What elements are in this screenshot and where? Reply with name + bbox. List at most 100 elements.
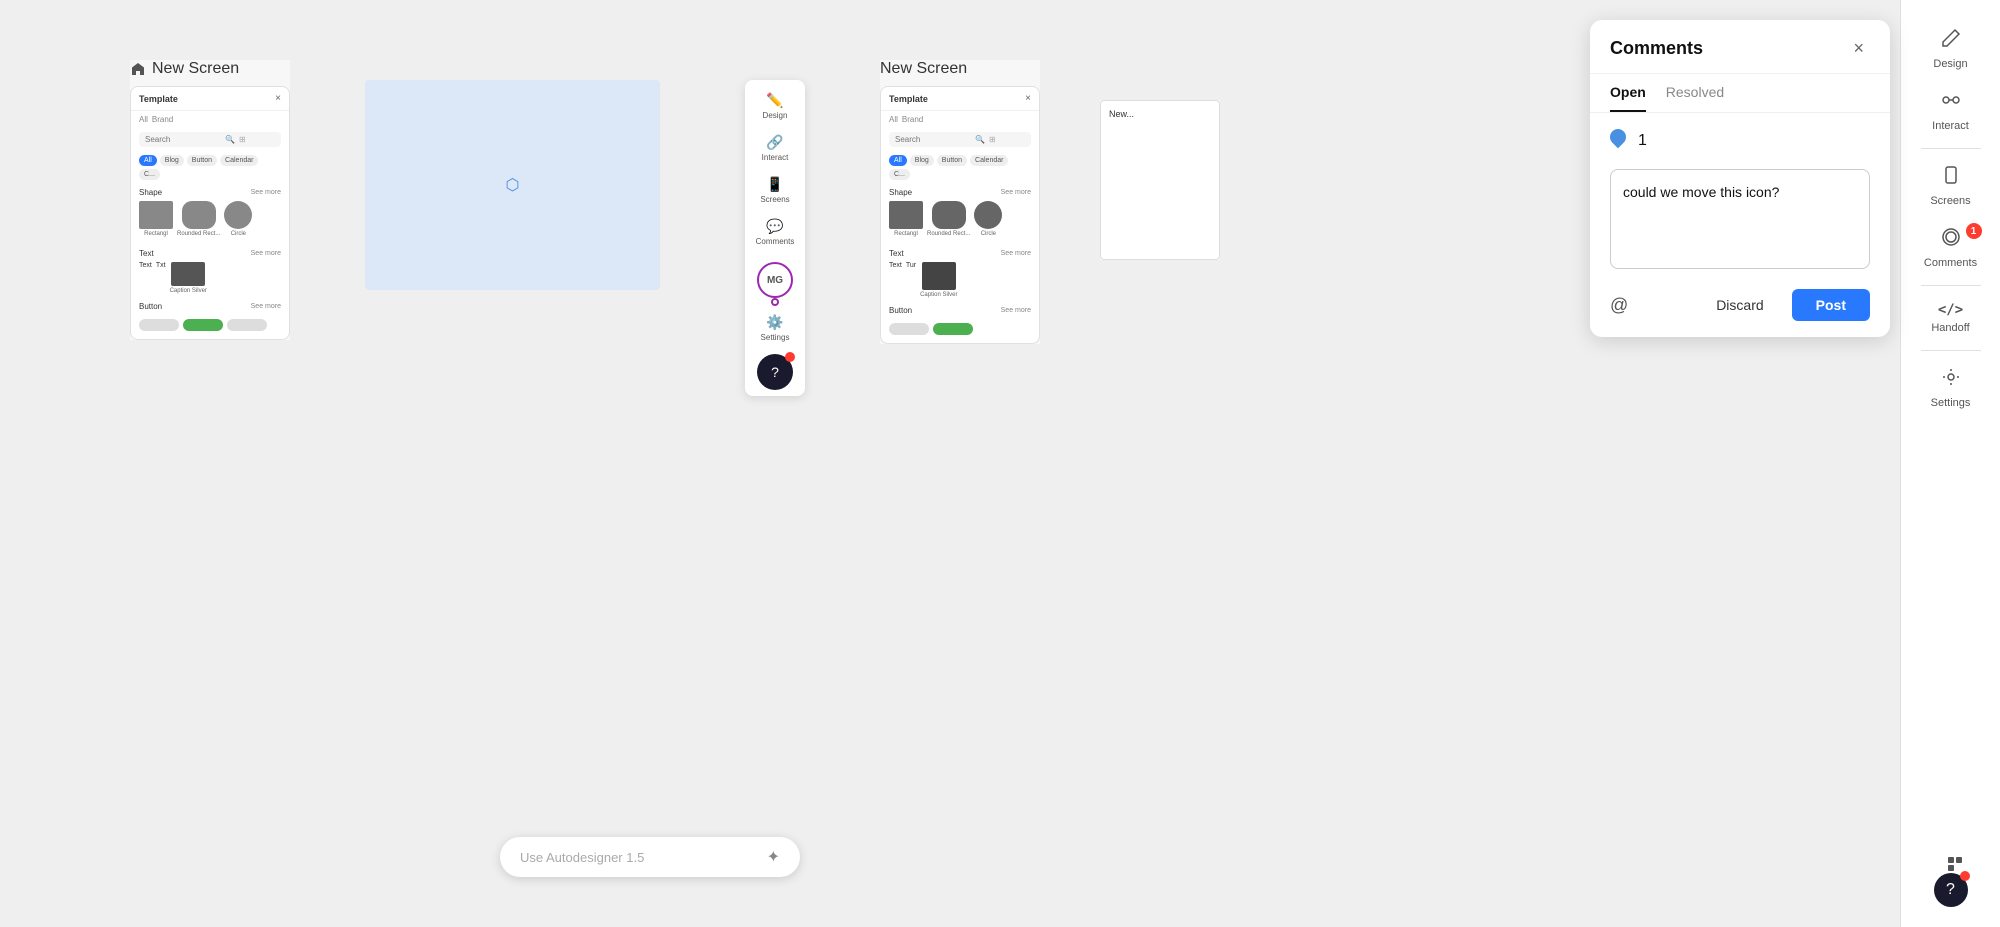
shape-see-more-2[interactable]: See more [1001, 189, 1031, 196]
text-item-caption[interactable]: Caption Silver [170, 262, 207, 294]
post-button[interactable]: Post [1792, 289, 1870, 321]
comment-text: could we move this icon? [1623, 182, 1857, 203]
template-header: Template × [131, 87, 289, 111]
bottom-help-btn[interactable]: ? [1934, 873, 1968, 907]
tag-calendar[interactable]: Calendar [220, 155, 258, 166]
screen-card-3: New... [1100, 100, 1220, 260]
template-section-text: Text See more Text Txt Caption Silver [131, 245, 289, 298]
toolbar-settings[interactable]: Settings [1906, 359, 1996, 417]
sparkle-icon: ✦ [767, 847, 780, 867]
main-canvas-view[interactable]: ⬡ [365, 80, 660, 290]
text-items: Text Txt Caption Silver [139, 262, 281, 294]
text-item-caption-2[interactable]: Caption Silver [920, 262, 957, 298]
tag-more[interactable]: C... [139, 169, 160, 180]
search-icon: 🔍 [225, 135, 235, 144]
search-icon-2: 🔍 [975, 135, 985, 144]
button-see-more[interactable]: See more [251, 303, 281, 310]
template-panel-1: Template × All Brand 🔍 ⊞ All Blog Button… [130, 86, 290, 340]
help-badge [785, 352, 795, 362]
shape-rectangle-2[interactable]: Rectangl [889, 201, 923, 237]
settings-icon: ⚙️ [766, 314, 783, 331]
text-item-a[interactable]: Text [889, 262, 902, 298]
button-see-more-2[interactable]: See more [1001, 307, 1031, 314]
screen-label-2: New Screen [880, 60, 1040, 78]
tag-all[interactable]: All [139, 155, 157, 166]
button-items [139, 315, 281, 335]
tag-blog-2[interactable]: Blog [910, 155, 934, 166]
toolbar-screens[interactable]: Screens [1906, 157, 1996, 215]
button-items-2 [889, 319, 1031, 339]
btn-gray-3[interactable] [889, 323, 929, 335]
shape-rounded[interactable]: Rounded Rect... [177, 201, 220, 237]
ai-input-bar[interactable]: Use Autodesigner 1.5 ✦ [500, 837, 800, 877]
text-item-b[interactable]: Tur [906, 262, 916, 298]
canvas-tool-settings[interactable]: ⚙️ Settings [755, 308, 795, 348]
template-section-shape-2: Shape See more Rectangl Rounded Rect... … [881, 184, 1039, 245]
tag-blog[interactable]: Blog [160, 155, 184, 166]
handoff-icon: </> [1938, 302, 1963, 318]
at-mention-icon[interactable]: @ [1610, 295, 1628, 316]
template-search-2[interactable]: 🔍 ⊞ [889, 132, 1031, 147]
tag-all-2[interactable]: All [889, 155, 907, 166]
right-toolbar: Design Interact Screens 1 Comments </> H… [1900, 0, 2000, 927]
text-item-2[interactable]: Txt [156, 262, 166, 294]
tag-button[interactable]: Button [187, 155, 217, 166]
tab-resolved[interactable]: Resolved [1666, 74, 1724, 112]
toolbar-divider-2 [1921, 285, 1981, 286]
shape-circle-2[interactable]: Circle [974, 201, 1002, 237]
template-section-shape: Shape See more Rectangl Rounded Rect... … [131, 184, 289, 245]
shape-rounded-2[interactable]: Rounded Rect... [927, 201, 970, 237]
text-item-1[interactable]: Text [139, 262, 152, 294]
template-close-btn[interactable]: × [275, 93, 281, 104]
template-filter: All Brand [131, 111, 289, 128]
btn-green[interactable] [183, 319, 223, 331]
center-element-icon: ⬡ [506, 175, 520, 195]
btn-gray-2[interactable] [227, 319, 267, 331]
tab-open[interactable]: Open [1610, 74, 1646, 112]
template-search[interactable]: 🔍 ⊞ [139, 132, 281, 147]
comments-panel: Comments × Open Resolved 1 could we move… [1590, 20, 1890, 337]
avatar-pin [771, 298, 779, 306]
design-icon [1941, 28, 1961, 54]
canvas-tool-comments[interactable]: 💬 Comments [755, 212, 795, 252]
toolbar-interact[interactable]: Interact [1906, 82, 1996, 140]
template-close-btn-2[interactable]: × [1025, 93, 1031, 104]
text-see-more-2[interactable]: See more [1001, 250, 1031, 257]
text-see-more[interactable]: See more [251, 250, 281, 257]
user-avatar[interactable]: MG [757, 262, 793, 298]
template-header-2: Template × [881, 87, 1039, 111]
toolbar-handoff[interactable]: </> Handoff [1906, 294, 1996, 342]
shape-rectangle[interactable]: Rectangl [139, 201, 173, 237]
template-tags-2: All Blog Button Calendar C... [881, 151, 1039, 184]
btn-green-2[interactable] [933, 323, 973, 335]
template-search-input[interactable] [145, 135, 225, 144]
template-section-button-2: Button See more [881, 302, 1039, 343]
canvas-tool-interact[interactable]: 🔗 Interact [755, 128, 795, 168]
comments-panel-close[interactable]: × [1847, 36, 1870, 61]
shape-see-more[interactable]: See more [251, 189, 281, 196]
discard-button[interactable]: Discard [1696, 289, 1783, 321]
toolbar-comments[interactable]: 1 Comments [1906, 219, 1996, 277]
template-tags: All Blog Button Calendar C... [131, 151, 289, 184]
comment-pin-icon [1607, 126, 1630, 149]
screen-label-1: New Screen [130, 60, 290, 78]
screens-phone-icon [1941, 165, 1961, 191]
tag-more-2[interactable]: C... [889, 169, 910, 180]
tag-calendar-2[interactable]: Calendar [970, 155, 1008, 166]
btn-gray[interactable] [139, 319, 179, 331]
canvas-floating-toolbar: ✏️ Design 🔗 Interact 📱 Screens 💬 Comment… [745, 80, 805, 396]
template-search-input-2[interactable] [895, 135, 975, 144]
interact-link-icon [1941, 90, 1961, 116]
shape-items: Rectangl Rounded Rect... Circle [139, 201, 281, 237]
corner-icon [1946, 855, 1956, 865]
canvas-tool-design[interactable]: ✏️ Design [755, 86, 795, 126]
shape-items-2: Rectangl Rounded Rect... Circle [889, 201, 1031, 237]
canvas-tool-screens[interactable]: 📱 Screens [755, 170, 795, 210]
help-button[interactable]: ? [757, 354, 793, 390]
toolbar-design[interactable]: Design [1906, 20, 1996, 78]
shape-circle[interactable]: Circle [224, 201, 252, 237]
comments-panel-header: Comments × [1590, 20, 1890, 74]
tag-button-2[interactable]: Button [937, 155, 967, 166]
comment-input-area[interactable]: could we move this icon? [1610, 169, 1870, 269]
screen-card-1: New Screen Template × All Brand 🔍 ⊞ All … [130, 60, 290, 340]
